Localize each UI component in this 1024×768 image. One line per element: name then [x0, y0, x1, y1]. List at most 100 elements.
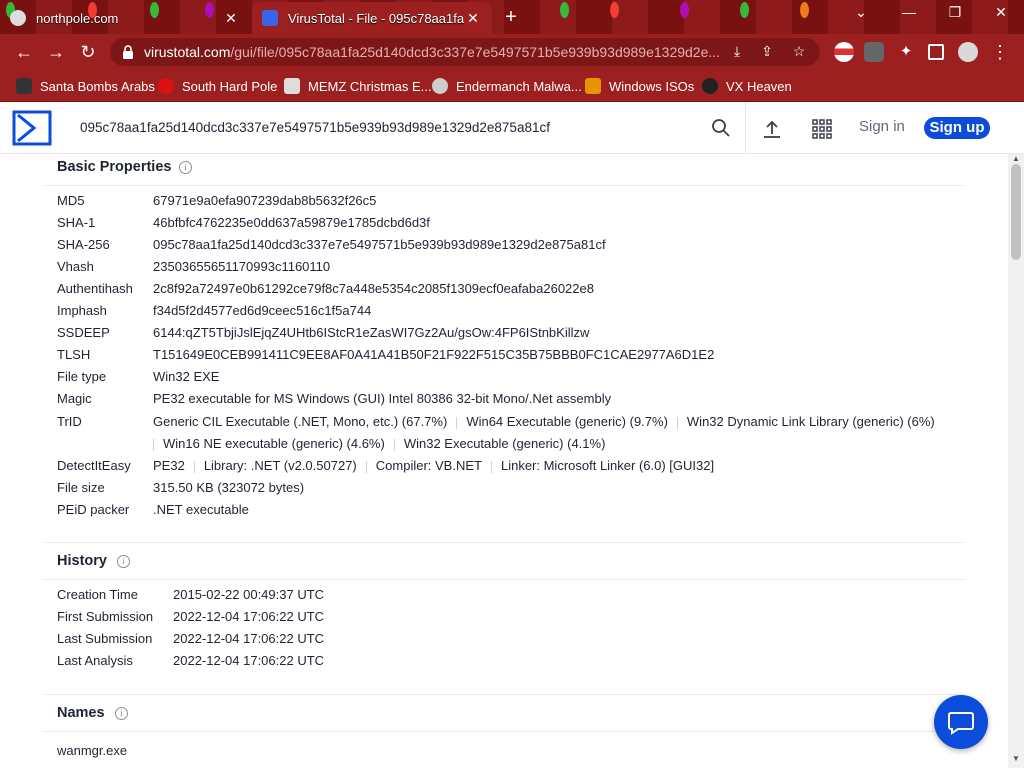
profile-avatar-icon[interactable] [958, 42, 978, 62]
property-row-trid-continued: Win16 NE executable (generic) (4.6%) Win3… [57, 436, 957, 454]
address-bar[interactable]: virustotal.com/gui/file/095c78aa1fa25d14… [110, 38, 820, 66]
christmas-light-decoration [610, 2, 619, 18]
property-row: SSDEEP 6144:qZT5TbjiJslEjqZ4UHtb6IStcR1eZ… [57, 325, 957, 343]
property-key: TrID [57, 414, 82, 429]
more-menu-icon[interactable]: ⋮ [988, 40, 1012, 64]
separator [393, 438, 395, 451]
property-value: 315.50 KB (323072 bytes) [153, 480, 305, 495]
bookmark-label: Windows ISOs [609, 78, 695, 94]
sign-up-button[interactable]: Sign up [924, 117, 990, 139]
property-value: 095c78aa1fa25d140dcd3c337e7e5497571b5e93… [153, 237, 606, 252]
minimize-icon[interactable]: — [894, 4, 924, 20]
property-row: SHA-1 46bfbfc4762235e0dd637a59879e1785dcb… [57, 215, 957, 233]
info-icon[interactable]: i [179, 161, 192, 174]
trid-entry: Win64 Executable (generic) (9.7%) [466, 414, 668, 429]
s-extension-icon[interactable] [864, 42, 884, 62]
bookmark-vx-heaven[interactable]: VX Heaven [702, 76, 792, 96]
property-row: Imphash f34d5f2d4577ed6d9ceec516c1f5a744 [57, 303, 957, 321]
property-key: MD5 [57, 193, 85, 208]
puzzle-extensions-icon[interactable]: ✦ [896, 42, 916, 62]
die-entry: Linker: Microsoft Linker (6.0) [GUI32] [500, 458, 715, 473]
share-icon[interactable]: ⇪ [758, 43, 776, 61]
page-scrollbar[interactable]: ▲ ▼ [1008, 154, 1024, 768]
tab-virustotal[interactable]: VirusTotal - File - 095c78aa1fa25 ✕ [252, 2, 492, 34]
info-icon[interactable]: i [117, 555, 130, 568]
virustotal-logo-icon[interactable] [12, 110, 52, 146]
history-row: Creation Time 2015-02-22 00:49:37 UTC [57, 587, 557, 605]
history-key: Last Analysis [57, 653, 133, 668]
bookmark-windows-isos[interactable]: Windows ISOs [585, 76, 694, 96]
names-title: Names [57, 705, 105, 721]
separator [456, 416, 458, 429]
property-key: SSDEEP [57, 325, 110, 340]
close-tab-icon[interactable]: ✕ [222, 10, 240, 27]
close-window-icon[interactable]: ✕ [986, 4, 1016, 21]
history-row: Last Submission 2022-12-04 17:06:22 UTC [57, 631, 557, 649]
property-row-peid: PEiD packer .NET executable [57, 502, 657, 520]
url-path: /gui/file/095c78aa1fa25d140dcd3c337e7e54… [230, 44, 721, 60]
chat-bubble-icon [948, 712, 974, 735]
property-value: .NET executable [153, 502, 249, 517]
property-row-file-size: File size 315.50 KB (323072 bytes) [57, 480, 657, 498]
property-value: Win32 EXE [153, 369, 220, 384]
separator [365, 460, 367, 473]
tab-search-chevron-icon[interactable]: ⌄ [846, 4, 876, 21]
separator [153, 438, 154, 451]
flag-extension-icon[interactable] [834, 42, 854, 62]
bookmark-memz[interactable]: MEMZ Christmas E... [284, 76, 432, 96]
christmas-light-decoration [680, 2, 689, 18]
bookmark-label: MEMZ Christmas E... [308, 78, 432, 94]
bookmark-endermanch[interactable]: Endermanch Malwa... [432, 76, 582, 96]
chat-support-button[interactable] [934, 695, 988, 749]
info-icon[interactable]: i [115, 707, 128, 720]
windows-isos-icon [585, 78, 601, 94]
property-value: PE32 Library: .NET (v2.0.50727) Compiler: … [153, 458, 714, 473]
search-input[interactable]: 095c78aa1fa25d140dcd3c337e7e5497571b5e93… [80, 120, 550, 135]
scroll-up-arrow-icon[interactable]: ▲ [1012, 154, 1020, 163]
tab-title: northpole.com [36, 10, 119, 26]
upload-icon[interactable] [761, 118, 783, 140]
bookmark-label: Endermanch Malwa... [456, 78, 582, 94]
search-icon[interactable] [711, 118, 731, 138]
install-app-icon[interactable]: ⤓ [728, 43, 746, 61]
property-key: File type [57, 369, 107, 384]
sign-in-link[interactable]: Sign in [859, 118, 905, 135]
separator [490, 460, 492, 473]
bookmark-star-icon[interactable]: ☆ [790, 43, 808, 61]
bookmark-santa-bombs-arabs[interactable]: Santa Bombs Arabs [16, 76, 155, 96]
property-value: T151649E0CEB991411C9EE8AF0A41A41B50F21F9… [153, 347, 715, 362]
trid-entry: Win16 NE executable (generic) (4.6%) [163, 436, 385, 451]
new-tab-icon[interactable]: + [500, 6, 522, 29]
forward-arrow-icon[interactable]: → [44, 40, 68, 64]
reload-icon[interactable]: ↻ [76, 40, 100, 64]
bookmark-label: Santa Bombs Arabs [40, 78, 155, 94]
santa-icon [16, 78, 32, 94]
apps-grid-icon[interactable] [811, 118, 833, 140]
property-row: TLSH T151649E0CEB991411C9EE8AF0A41A41B50F… [57, 347, 957, 365]
property-value: 46bfbfc4762235e0dd637a59879e1785dcbd6d3f [153, 215, 430, 230]
property-row-detectiteasy: DetectItEasy PE32 Library: .NET (v2.0.507… [57, 458, 957, 476]
restore-icon[interactable]: ❐ [940, 4, 970, 21]
bookmark-label: South Hard Pole [182, 78, 278, 94]
property-row: File type Win32 EXE [57, 369, 957, 387]
close-tab-icon[interactable]: ✕ [464, 10, 482, 27]
history-row: First Submission 2022-12-04 17:06:22 UTC [57, 609, 557, 627]
property-key: Magic [57, 391, 92, 406]
tab-northpole[interactable]: northpole.com ✕ [0, 2, 250, 34]
history-value: 2022-12-04 17:06:22 UTC [173, 631, 325, 646]
die-entry: PE32 [153, 458, 185, 473]
scroll-down-arrow-icon[interactable]: ▼ [1012, 754, 1020, 763]
property-key: Imphash [57, 303, 107, 318]
hash-search-box[interactable]: 095c78aa1fa25d140dcd3c337e7e5497571b5e93… [66, 102, 746, 154]
bookmark-label: VX Heaven [726, 78, 792, 94]
basic-properties-title: Basic Properties [57, 159, 172, 175]
side-panel-icon[interactable] [928, 44, 944, 60]
scroll-thumb[interactable] [1011, 164, 1021, 260]
bookmark-south-hard-pole[interactable]: South Hard Pole [158, 76, 277, 96]
history-key: Creation Time [57, 587, 138, 602]
trid-entry: Win32 Dynamic Link Library (generic) (6%… [686, 414, 935, 429]
browser-toolbar: ← → ↻ virustotal.com/gui/file/095c78aa1f… [0, 34, 1024, 70]
property-row: Vhash 23503655651170993c1160110 [57, 259, 957, 277]
back-arrow-icon[interactable]: ← [12, 40, 36, 64]
property-key: TLSH [57, 347, 91, 362]
